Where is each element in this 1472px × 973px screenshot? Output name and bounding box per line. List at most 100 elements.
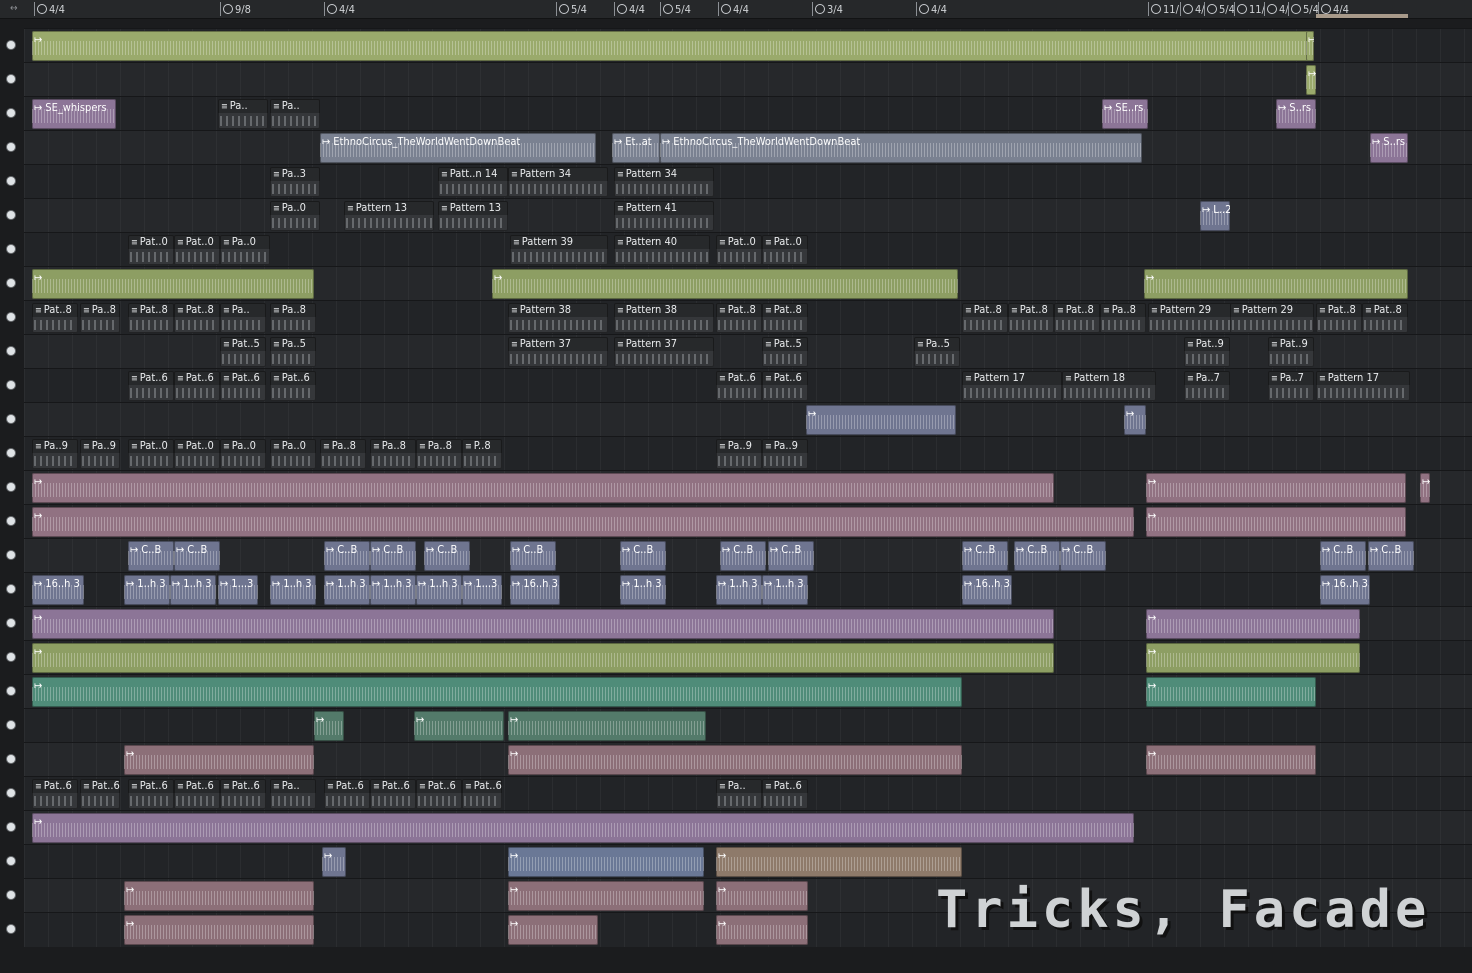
audio-clip[interactable]: C..B <box>370 541 416 571</box>
audio-clip[interactable] <box>32 507 1134 537</box>
loop-end-marker[interactable] <box>1316 14 1408 18</box>
track-mute-button[interactable] <box>7 143 15 151</box>
playlist-track[interactable] <box>24 504 1472 539</box>
pattern-clip[interactable]: Pat..9 <box>1184 337 1230 367</box>
track-mute-button[interactable] <box>7 109 15 117</box>
pattern-clip[interactable]: Pattern 37 <box>508 337 608 367</box>
time-signature-marker[interactable]: 5/4 <box>1288 2 1319 16</box>
audio-clip[interactable] <box>1306 65 1316 95</box>
pattern-clip[interactable]: Pa.. <box>270 779 316 809</box>
playlist-track[interactable]: Pat..8Pa..8Pat..8Pat..8Pa..Pa..8Pattern … <box>24 300 1472 335</box>
pattern-clip[interactable]: Pat..8 <box>128 303 174 333</box>
time-signature-marker[interactable]: 4/4 <box>614 2 645 16</box>
playlist-track[interactable] <box>24 674 1472 709</box>
audio-clip[interactable]: C..B <box>510 541 556 571</box>
audio-clip[interactable]: 16..h 3 <box>962 575 1012 605</box>
audio-clip[interactable] <box>314 711 344 741</box>
audio-clip[interactable]: C..B <box>1060 541 1106 571</box>
timeline-ruler[interactable]: ↔ 4/4 9/8 4/4 5/4 4/4 5/4 4/4 3/4 4/4 11/4/5/4 11/… <box>0 0 1472 19</box>
track-mute-button[interactable] <box>7 653 15 661</box>
audio-clip[interactable] <box>414 711 504 741</box>
track-mute-button[interactable] <box>7 891 15 899</box>
playlist-track[interactable] <box>24 708 1472 743</box>
pattern-clip[interactable]: Pat..6 <box>220 371 266 401</box>
audio-clip[interactable]: C..B <box>324 541 370 571</box>
audio-clip[interactable] <box>1124 405 1146 435</box>
pattern-clip[interactable]: Pat..0 <box>762 235 808 265</box>
pattern-clip[interactable]: Pat..6 <box>128 371 174 401</box>
playlist-track[interactable]: Pa..9Pa..9Pat..0Pat..0Pa..0Pa..0Pa..8Pa.… <box>24 436 1472 471</box>
audio-clip[interactable] <box>716 915 808 945</box>
audio-clip[interactable] <box>1146 473 1406 503</box>
pattern-clip[interactable]: Pa..3 <box>270 167 320 197</box>
pattern-clip[interactable]: Pa..8 <box>370 439 416 469</box>
audio-clip[interactable] <box>32 269 314 299</box>
time-signature-marker[interactable]: 9/8 <box>220 2 251 16</box>
audio-clip[interactable] <box>508 711 706 741</box>
audio-clip[interactable] <box>1146 643 1360 673</box>
audio-clip[interactable] <box>32 609 1054 639</box>
audio-clip[interactable]: C..B <box>424 541 470 571</box>
pattern-clip[interactable]: Pattern 13 <box>344 201 434 231</box>
pattern-clip[interactable]: Pat..8 <box>1316 303 1362 333</box>
playlist-track[interactable]: Pa..0 Pattern 13 Pattern 13 Pattern 41 L..2 <box>24 198 1472 233</box>
pattern-clip[interactable]: Pa..0 <box>220 439 266 469</box>
pattern-clip[interactable]: Pat..6 <box>174 371 220 401</box>
track-mute-button[interactable] <box>7 279 15 287</box>
audio-clip[interactable]: 1..h 3 <box>716 575 762 605</box>
playlist-track[interactable]: Pat..5 Pa..5 Pattern 37 Pattern 37 Pat..5 Pa.… <box>24 334 1472 369</box>
pattern-clip[interactable]: Pa..8 <box>1100 303 1146 333</box>
audio-clip[interactable] <box>32 813 1134 843</box>
audio-clip[interactable]: C..B <box>768 541 814 571</box>
pattern-clip[interactable]: Pat..8 <box>174 303 220 333</box>
pattern-clip[interactable]: Pat..5 <box>220 337 266 367</box>
playlist-lanes[interactable]: SE_whispersPa..Pa..SE..rsS..rsEthnoCircu… <box>24 28 1472 973</box>
playlist-track[interactable] <box>24 742 1472 777</box>
pattern-clip[interactable]: Pa..8 <box>80 303 120 333</box>
pattern-clip[interactable]: Pa..5 <box>270 337 316 367</box>
pattern-clip[interactable]: Pattern 29 <box>1230 303 1314 333</box>
pattern-clip[interactable]: Pattern 29 <box>1148 303 1232 333</box>
playlist-track[interactable] <box>24 266 1472 301</box>
audio-clip[interactable]: C..B <box>620 541 666 571</box>
audio-clip[interactable] <box>1144 269 1408 299</box>
playlist-track[interactable] <box>24 810 1472 845</box>
pattern-clip[interactable]: Pat..8 <box>32 303 78 333</box>
playlist-track[interactable]: Pat..6Pat..6Pat..6Pat..6Pat..6Pat..6Patt… <box>24 368 1472 403</box>
track-mute-button[interactable] <box>7 313 15 321</box>
playlist-track[interactable] <box>24 844 1472 879</box>
audio-clip[interactable]: 1...3 <box>462 575 502 605</box>
track-mute-button[interactable] <box>7 585 15 593</box>
pattern-clip[interactable]: Pa..5 <box>914 337 960 367</box>
pattern-clip[interactable]: Pat..6 <box>416 779 462 809</box>
pattern-clip[interactable]: Pattern 39 <box>510 235 608 265</box>
pattern-clip[interactable]: Pa.. <box>220 303 266 333</box>
pattern-clip[interactable]: Pattern 17 <box>1316 371 1410 401</box>
audio-clip[interactable]: S..rs <box>1370 133 1408 163</box>
audio-clip[interactable] <box>1146 745 1316 775</box>
track-mute-button[interactable] <box>7 823 15 831</box>
audio-clip[interactable]: 1..h 3 <box>270 575 316 605</box>
time-signature-marker[interactable]: 3/4 <box>812 2 843 16</box>
pattern-clip[interactable]: Pattern 18 <box>1062 371 1156 401</box>
pattern-clip[interactable]: Pat..0 <box>128 439 174 469</box>
track-mute-button[interactable] <box>7 347 15 355</box>
audio-clip[interactable]: SE..rs <box>1102 99 1148 129</box>
pattern-clip[interactable]: Pattern 34 <box>508 167 608 197</box>
track-mute-button[interactable] <box>7 755 15 763</box>
audio-clip[interactable]: 16..h 3 <box>1320 575 1370 605</box>
pattern-clip[interactable]: Pat..9 <box>1268 337 1314 367</box>
track-mute-button[interactable] <box>7 687 15 695</box>
audio-clip[interactable]: C..B <box>1014 541 1060 571</box>
pattern-clip[interactable]: Pat..8 <box>962 303 1008 333</box>
audio-clip[interactable] <box>508 915 598 945</box>
time-signature-marker[interactable]: 4/ <box>1264 2 1289 16</box>
audio-clip[interactable] <box>32 677 962 707</box>
playlist-track[interactable] <box>24 470 1472 505</box>
playlist-track[interactable]: Pa..3Patt..n 14Pattern 34Pattern 34 <box>24 164 1472 199</box>
time-signature-marker[interactable]: 4/4 <box>34 2 65 16</box>
audio-clip[interactable] <box>508 847 704 877</box>
audio-clip[interactable] <box>508 745 962 775</box>
pattern-clip[interactable]: Pa..0 <box>270 439 316 469</box>
pattern-clip[interactable]: Pat..0 <box>128 235 174 265</box>
